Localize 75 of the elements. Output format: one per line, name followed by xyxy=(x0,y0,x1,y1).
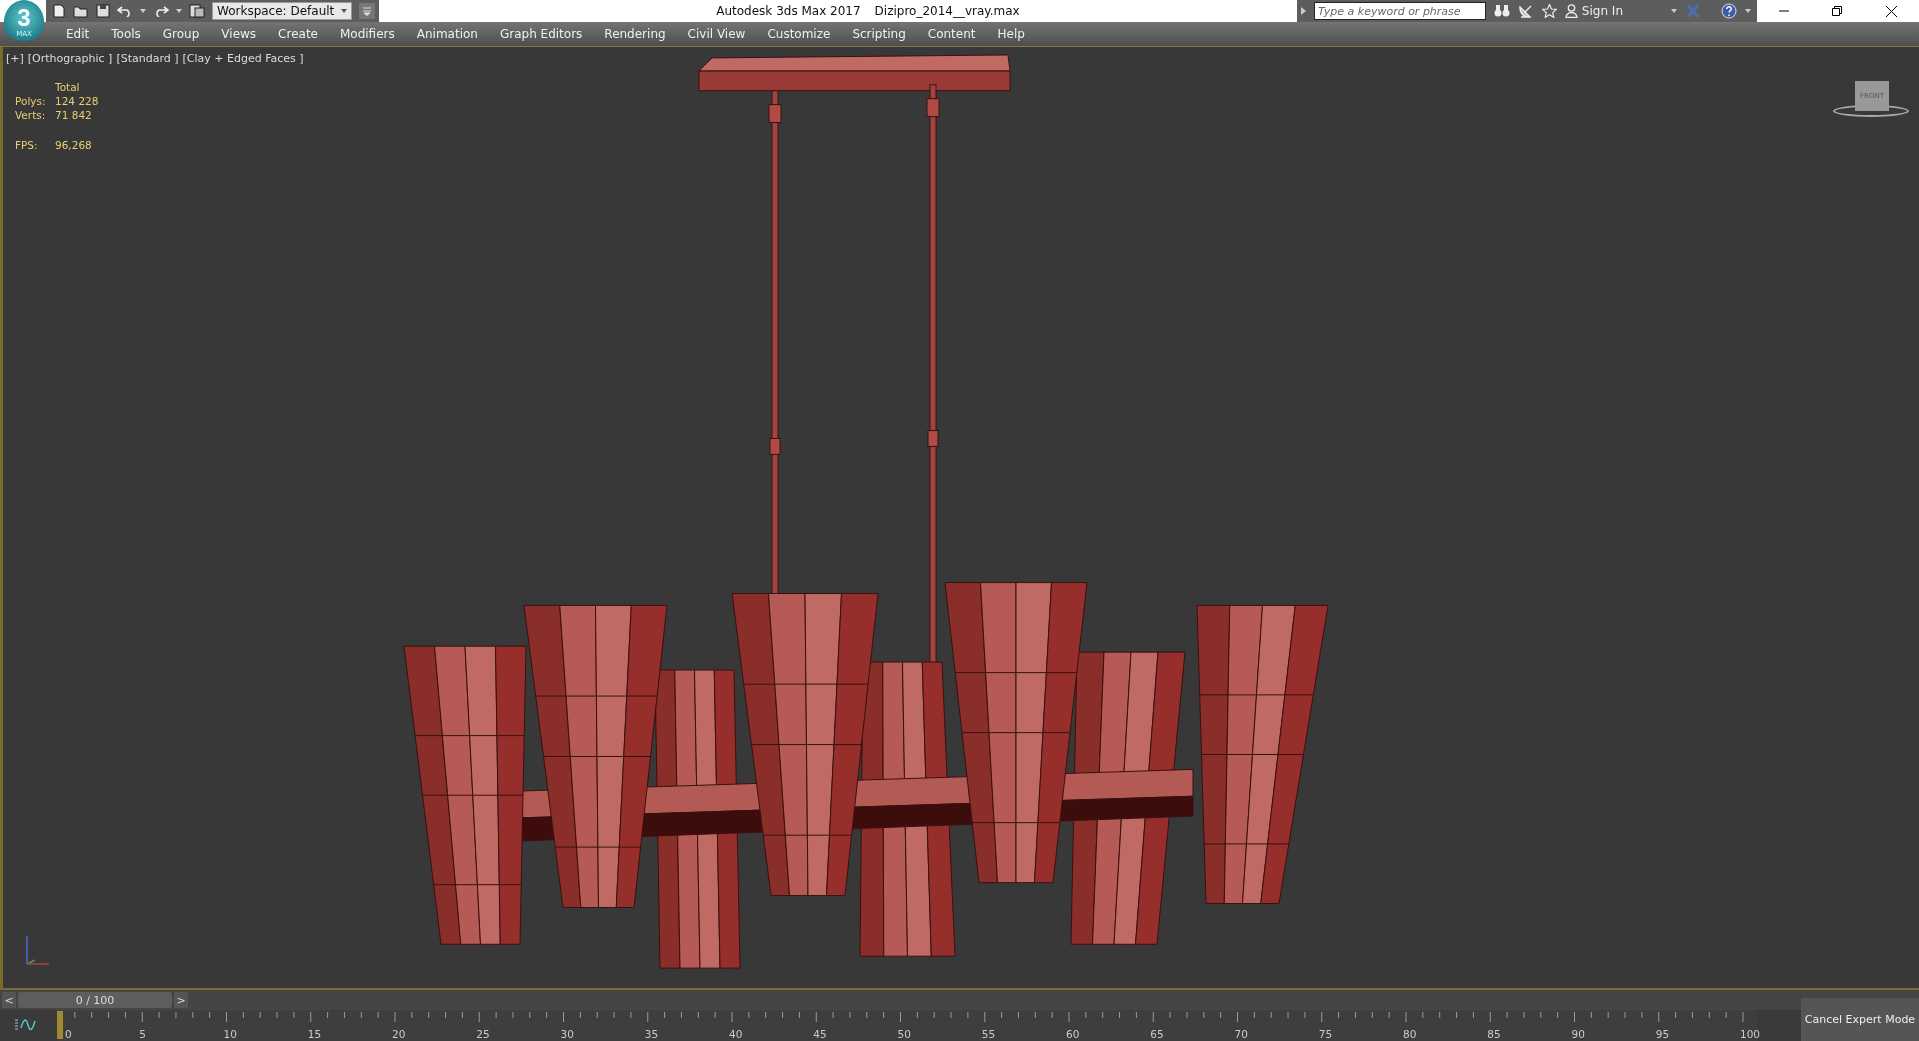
stats-header: Total xyxy=(55,81,81,93)
redo-icon[interactable] xyxy=(153,5,169,17)
overflow-menu-icon[interactable] xyxy=(359,3,375,19)
menu-item[interactable]: Views xyxy=(210,27,268,41)
undo-icon[interactable] xyxy=(117,5,133,17)
frame-number: 90 xyxy=(1571,1028,1585,1040)
menu-item[interactable]: Tools xyxy=(100,27,152,41)
menu-item[interactable]: Create xyxy=(267,27,329,41)
viewport-label[interactable]: [Standard ] xyxy=(116,52,179,65)
frame-number: 80 xyxy=(1403,1028,1417,1040)
menu-item[interactable]: Help xyxy=(986,27,1036,41)
frame-number: 70 xyxy=(1234,1028,1248,1040)
caret-icon[interactable] xyxy=(176,9,182,13)
frame-number: 95 xyxy=(1655,1028,1670,1040)
stat-label: Verts: xyxy=(15,109,47,121)
frame-number: 50 xyxy=(897,1028,911,1040)
menu-item[interactable]: Animation xyxy=(405,27,489,41)
search-field[interactable]: Type a keyword or phrase xyxy=(1314,2,1486,20)
next-frame-button[interactable]: > xyxy=(174,992,188,1008)
time-slider-thumb[interactable]: 0 / 100 xyxy=(18,992,172,1008)
frame-number: 40 xyxy=(729,1028,743,1040)
frame-number: 60 xyxy=(1066,1028,1080,1040)
workspace-dropdown[interactable]: Workspace: Default xyxy=(212,2,352,20)
sign-in-button[interactable]: Sign In xyxy=(1564,4,1623,18)
star-icon[interactable] xyxy=(1541,4,1557,18)
frame-number: 75 xyxy=(1318,1028,1333,1040)
frame-number: 15 xyxy=(307,1028,322,1040)
menu-item[interactable]: Edit xyxy=(55,27,101,41)
menu-item[interactable]: Rendering xyxy=(593,27,677,41)
stat-label: Polys: xyxy=(15,95,47,107)
menu-item[interactable]: Graph Editors xyxy=(488,27,594,41)
menu-item[interactable]: Content xyxy=(916,27,987,41)
frame-number: 65 xyxy=(1150,1028,1164,1040)
menu-item[interactable]: Scripting xyxy=(841,27,917,41)
stat-value: 71 842 xyxy=(55,109,93,121)
file-name: Dizipro_2014__vray.max xyxy=(874,4,1020,18)
menu-item[interactable]: Group xyxy=(151,27,211,41)
viewport-label[interactable]: [+] xyxy=(6,52,24,65)
frame-number: 85 xyxy=(1487,1028,1501,1040)
frame-number: 20 xyxy=(392,1028,406,1040)
frame-number: 10 xyxy=(223,1028,237,1040)
viewport-label[interactable]: [Orthographic ] xyxy=(27,52,113,65)
satellite-dish-icon[interactable] xyxy=(1517,4,1534,18)
curve-editor-icon[interactable] xyxy=(14,1018,36,1032)
frame-number: 55 xyxy=(981,1028,996,1040)
menu-item[interactable]: Customize xyxy=(756,27,842,41)
menu-item[interactable]: Civil View xyxy=(676,27,757,41)
restore-icon[interactable] xyxy=(1832,6,1843,16)
frame-number: 30 xyxy=(560,1028,574,1040)
frame-number: 0 xyxy=(65,1028,72,1040)
project-folder-icon[interactable] xyxy=(189,4,205,18)
help-icon[interactable] xyxy=(1721,3,1737,19)
binoculars-icon[interactable] xyxy=(1493,4,1510,18)
viewport-label[interactable]: [Clay + Edged Faces ] xyxy=(182,52,304,65)
cancel-expert-mode-button[interactable]: Cancel Expert Mode xyxy=(1801,998,1919,1041)
caret-icon[interactable] xyxy=(140,9,146,13)
app-title: Autodesk 3ds Max 2017 xyxy=(716,4,861,18)
caret-icon xyxy=(341,9,347,13)
expand-arrow-icon[interactable] xyxy=(1301,7,1306,15)
open-folder-icon[interactable] xyxy=(73,4,89,18)
menu-item[interactable]: Modifiers xyxy=(328,27,406,41)
frame-number: 45 xyxy=(813,1028,827,1040)
fps-label: FPS: xyxy=(15,139,39,151)
previous-frame-button[interactable]: < xyxy=(2,992,16,1008)
frame-number: 25 xyxy=(476,1028,490,1040)
frame-number: 35 xyxy=(644,1028,659,1040)
stat-value: 124 228 xyxy=(55,95,99,107)
close-icon[interactable] xyxy=(1886,5,1898,17)
new-file-icon[interactable] xyxy=(52,4,66,18)
frame-number: 5 xyxy=(139,1028,146,1040)
save-icon[interactable] xyxy=(96,4,110,18)
caret-icon[interactable] xyxy=(1745,9,1751,13)
fps-value: 96,268 xyxy=(55,139,93,151)
caret-icon[interactable] xyxy=(1671,9,1677,13)
user-icon xyxy=(1564,4,1578,18)
